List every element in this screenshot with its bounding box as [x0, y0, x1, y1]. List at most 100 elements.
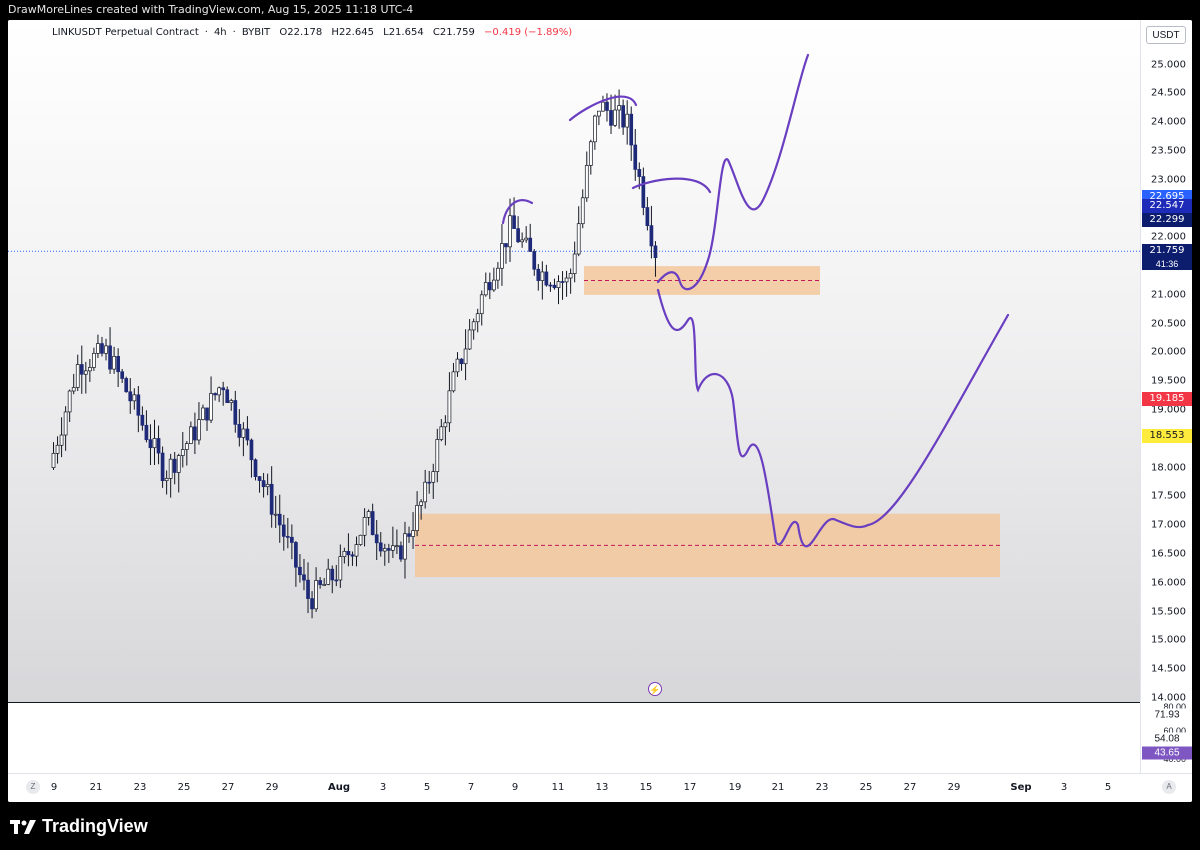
time-axis[interactable]: Z A 9 21 23 25 27 29 Aug 3 5 7 9 11 13 15 17 19 21 23 25 27…: [8, 773, 1192, 802]
candle: [338, 544, 343, 588]
candle-body: [487, 282, 492, 291]
price-tick: 15.500: [1151, 606, 1186, 618]
candle: [88, 358, 92, 382]
candle-body: [479, 294, 484, 315]
candle-body: [399, 545, 403, 560]
candle-body: [419, 501, 423, 506]
candle-body: [176, 455, 181, 473]
candle-body: [653, 245, 658, 259]
candle-body: [451, 371, 456, 392]
candle-body: [568, 273, 573, 279]
candle: [540, 261, 545, 300]
time-label: 29: [947, 782, 961, 793]
price-tick: 22.000: [1151, 231, 1186, 243]
candle-body: [500, 243, 504, 269]
candle: [471, 318, 476, 340]
candlestick-chart[interactable]: [8, 20, 1140, 702]
price-tick: 14.500: [1151, 663, 1186, 675]
candle: [302, 558, 306, 591]
axis-z-button[interactable]: Z: [26, 780, 40, 794]
candle-body: [249, 439, 254, 461]
price-tick: 21.000: [1151, 289, 1186, 301]
candle-body: [597, 110, 601, 117]
oscillator-badge: 43.65: [1142, 746, 1192, 760]
candle-body: [233, 400, 238, 425]
candle-body: [71, 387, 76, 392]
candle-body: [431, 471, 436, 483]
candle: [520, 232, 524, 248]
time-label: 27: [221, 782, 235, 793]
candle-body: [617, 105, 621, 111]
candle: [79, 345, 84, 394]
candle: [67, 389, 72, 422]
currency-button[interactable]: USDT: [1146, 26, 1186, 44]
time-label: Aug: [327, 782, 351, 793]
candle: [51, 442, 56, 470]
candle: [92, 347, 96, 371]
candle: [249, 438, 254, 478]
candle-body: [455, 358, 460, 373]
candle: [229, 398, 234, 411]
candle: [479, 290, 484, 326]
candle-body: [75, 364, 80, 388]
candle-body: [213, 393, 217, 396]
candle: [556, 275, 561, 305]
candle: [168, 453, 173, 498]
main-chart-pane[interactable]: LINKUSDT Perpetual Contract · 4h · BYBIT O22…: [8, 20, 1140, 702]
symbol-name[interactable]: LINKUSDT Perpetual Contract: [52, 27, 199, 38]
candle: [322, 578, 327, 586]
projection-drawing[interactable]: [656, 53, 810, 291]
candle: [588, 139, 593, 175]
candle-body: [79, 364, 84, 375]
candle-body: [148, 439, 153, 449]
time-label: 25: [177, 782, 191, 793]
candle: [140, 406, 145, 431]
tradingview-logo: TradingView: [10, 816, 148, 837]
candle: [148, 424, 153, 465]
candle: [290, 524, 294, 560]
projection-drawing[interactable]: [656, 288, 1010, 548]
candle-body: [334, 579, 339, 582]
candle-body: [294, 542, 298, 568]
candle-body: [552, 284, 557, 289]
candle: [552, 278, 557, 290]
axis-auto-button[interactable]: A: [1162, 780, 1176, 794]
price-scale[interactable]: 25.50025.00024.50024.00023.50023.00022.0…: [1140, 20, 1192, 704]
candle-body: [257, 476, 262, 481]
candle-body: [403, 533, 407, 560]
candle-body: [358, 534, 363, 545]
symbol-sep: ·: [232, 27, 236, 38]
candle: [144, 410, 149, 443]
price-tick: 19.500: [1151, 375, 1186, 387]
candle-body: [168, 458, 173, 479]
candle: [613, 94, 617, 128]
candle: [225, 386, 230, 404]
candle-body: [322, 584, 327, 586]
candle-body: [164, 478, 169, 482]
projection-drawing[interactable]: [501, 199, 534, 225]
candle: [483, 272, 488, 297]
candle: [314, 567, 318, 612]
candle-body: [108, 345, 112, 370]
symbol-interval[interactable]: 4h: [214, 27, 227, 38]
candle: [500, 224, 504, 286]
candle: [621, 99, 625, 135]
candle: [63, 406, 68, 451]
candle-body: [104, 345, 108, 354]
bar-countdown: 41:36: [1142, 258, 1192, 271]
candle-body: [362, 517, 367, 536]
candle-body: [512, 215, 516, 229]
ohlc-low: L21.654: [383, 27, 424, 38]
candle-body: [128, 391, 133, 402]
candle: [201, 404, 205, 421]
candle-body: [411, 530, 415, 537]
candle: [104, 338, 108, 361]
candle-body: [330, 568, 335, 581]
flash-icon[interactable]: ⚡: [648, 682, 662, 696]
price-tick: 17.500: [1151, 490, 1186, 502]
candle-body: [193, 426, 197, 441]
oscillator-pane[interactable]: [8, 703, 1140, 773]
price-badge: 19.185: [1142, 392, 1192, 407]
candle-body: [290, 536, 294, 543]
candle: [294, 540, 298, 587]
